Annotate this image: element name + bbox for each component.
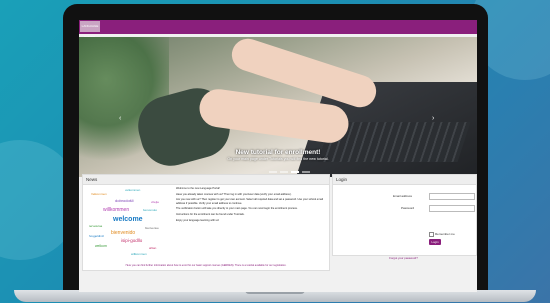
login-button[interactable]: Login (429, 239, 441, 245)
login-panel: Login Email address Password Remember me… (332, 174, 477, 256)
email-label: Email address (393, 194, 413, 198)
cloud-word: isipi-godllo (121, 238, 143, 243)
login-heading: Login (333, 175, 476, 185)
cloud-word: vítejte (151, 200, 160, 204)
news-paragraph: The verification button will take you di… (176, 207, 298, 211)
hero-subtitle: On your main page under Tutorials you wi… (227, 157, 329, 161)
password-field[interactable] (429, 205, 475, 212)
hero-carousel[interactable]: ‹ › New tutorial for enrollment! On your… (79, 37, 477, 177)
cloud-word: willkommen (103, 207, 130, 213)
email-field[interactable] (429, 193, 475, 200)
news-heading: News (83, 175, 329, 185)
cloud-word: tervetuloa (89, 224, 103, 228)
cloud-word: willkommen (131, 252, 147, 256)
cloud-word: Velkommen (91, 192, 107, 196)
cloud-word: dobrodošli (115, 198, 134, 203)
remember-checkbox[interactable] (429, 232, 434, 237)
news-paragraph: Instructions for the enrollment can be f… (176, 213, 245, 217)
cloud-word: bienvenue (145, 226, 159, 230)
browser-screen: LANGUAGE PORTAL ‹ › New tutorial for enr… (79, 20, 477, 292)
cloud-word: velkommen (125, 188, 141, 192)
remember-label: Remember me (435, 232, 455, 236)
carousel-dot[interactable] (269, 171, 277, 173)
top-bar: LANGUAGE PORTAL (79, 20, 477, 39)
news-footer-link[interactable]: Here you can find further information ab… (83, 264, 329, 267)
cloud-word: bienvenido (111, 230, 136, 236)
chevron-left-icon[interactable]: ‹ (119, 115, 121, 122)
cloud-word: welkom (95, 244, 107, 248)
news-paragraph: Welcome to the new Language Portal! (176, 187, 220, 190)
chevron-right-icon[interactable]: › (432, 115, 434, 122)
carousel-dot[interactable] (280, 171, 288, 173)
word-cloud: welcome velkommen willkommen bienvenido … (85, 186, 173, 264)
site-logo[interactable]: LANGUAGE PORTAL (80, 21, 100, 39)
carousel-dot[interactable] (302, 171, 310, 173)
hero-caption: New tutorial for enrollment! On your mai… (79, 149, 477, 161)
news-paragraph: Are you new with us? Then register to ge… (176, 198, 324, 205)
news-paragraph: Enjoy your language learning with us! (176, 218, 220, 222)
news-paragraph: Have you already taken courses with us? … (176, 192, 292, 196)
carousel-indicators (269, 171, 310, 173)
forgot-password-link[interactable]: Forgot your password? (332, 256, 475, 260)
cloud-word: benvenuto (143, 208, 158, 212)
news-body: Welcome to the new Language Portal! Have… (176, 187, 326, 224)
cloud-word: welcome (113, 216, 143, 223)
cloud-word: hoşgeldiniz (89, 234, 105, 238)
cloud-word: ahlan (149, 246, 157, 250)
hero-title: New tutorial for enrollment! (235, 149, 321, 156)
password-label: Password (401, 206, 415, 210)
carousel-dot[interactable] (291, 171, 299, 173)
news-panel: News welcome velkommen willkommen bienve… (82, 174, 330, 271)
